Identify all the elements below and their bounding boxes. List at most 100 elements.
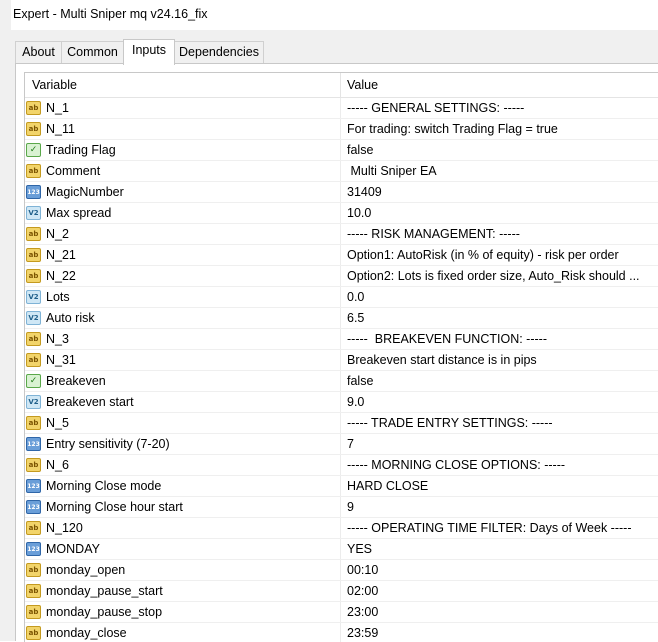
value-cell[interactable]: ----- BREAKEVEN FUNCTION: ----- [341,329,658,349]
table-row[interactable]: V2 Auto risk 6.5 [25,308,658,329]
variable-cell[interactable]: ab N_21 [25,245,341,265]
table-row[interactable]: V2 Breakeven start 9.0 [25,392,658,413]
table-row[interactable]: ab monday_close 23:59 [25,623,658,642]
table-row[interactable]: ab N_3 ----- BREAKEVEN FUNCTION: ----- [25,329,658,350]
table-row[interactable]: ab N_6 ----- MORNING CLOSE OPTIONS: ----- [25,455,658,476]
variable-cell[interactable]: 123 Entry sensitivity (7-20) [25,434,341,454]
table-row[interactable]: ab N_31 Breakeven start distance is in pip… [25,350,658,371]
variable-cell[interactable]: V2 Lots [25,287,341,307]
value-cell[interactable]: 02:00 [341,581,658,601]
value-cell[interactable]: 31409 [341,182,658,202]
table-row[interactable]: 123 MONDAY YES [25,539,658,560]
variable-cell[interactable]: ✓ Breakeven [25,371,341,391]
variable-name: N_2 [46,227,69,241]
variable-cell[interactable]: V2 Auto risk [25,308,341,328]
table-row[interactable]: 123 Morning Close mode HARD CLOSE [25,476,658,497]
value-cell[interactable]: ----- OPERATING TIME FILTER: Days of Wee… [341,518,658,538]
value-cell[interactable]: 9 [341,497,658,517]
value-cell[interactable]: false [341,140,658,160]
variable-cell[interactable]: ab N_1 [25,98,341,118]
variable-cell[interactable]: 123 Morning Close hour start [25,497,341,517]
table-row[interactable]: ✓ Trading Flag false [25,140,658,161]
table-row[interactable]: V2 Lots 0.0 [25,287,658,308]
variable-cell[interactable]: ab N_22 [25,266,341,286]
variable-name: Breakeven [46,374,106,388]
string-icon: ab [26,101,41,115]
variable-cell[interactable]: ab N_3 [25,329,341,349]
column-header-value[interactable]: Value [341,73,658,97]
variable-cell[interactable]: ab monday_pause_stop [25,602,341,622]
value-cell[interactable]: 00:10 [341,560,658,580]
value-cell[interactable]: ----- RISK MANAGEMENT: ----- [341,224,658,244]
variable-cell[interactable]: 123 Morning Close mode [25,476,341,496]
table-row[interactable]: ab monday_pause_stop 23:00 [25,602,658,623]
table-row[interactable]: ab N_5 ----- TRADE ENTRY SETTINGS: ----- [25,413,658,434]
value-cell[interactable]: 23:59 [341,623,658,642]
table-row[interactable]: ab N_120 ----- OPERATING TIME FILTER: Days… [25,518,658,539]
variable-cell[interactable]: ab N_6 [25,455,341,475]
tab-common[interactable]: Common [61,41,124,63]
table-row[interactable]: ab Comment Multi Sniper EA [25,161,658,182]
value-cell[interactable]: ----- GENERAL SETTINGS: ----- [341,98,658,118]
variable-value: 6.5 [347,311,365,325]
variable-cell[interactable]: ab N_5 [25,413,341,433]
variable-value: ----- MORNING CLOSE OPTIONS: ----- [347,458,566,472]
table-row[interactable]: ab monday_pause_start 02:00 [25,581,658,602]
table-row[interactable]: ab monday_open 00:10 [25,560,658,581]
variable-cell[interactable]: ✓ Trading Flag [25,140,341,160]
value-cell[interactable]: For trading: switch Trading Flag = true [341,119,658,139]
value-cell[interactable]: YES [341,539,658,559]
tab-inputs[interactable]: Inputs [123,39,175,65]
string-icon: ab [26,521,41,535]
table-row[interactable]: ab N_21 Option1: AutoRisk (in % of equity)… [25,245,658,266]
value-cell[interactable]: 0.0 [341,287,658,307]
value-cell[interactable]: Breakeven start distance is in pips [341,350,658,370]
variable-cell[interactable]: ab N_2 [25,224,341,244]
column-header-variable[interactable]: Variable [25,73,341,97]
variable-cell[interactable]: V2 Max spread [25,203,341,223]
variable-cell[interactable]: V2 Breakeven start [25,392,341,412]
variable-value: ----- TRADE ENTRY SETTINGS: ----- [347,416,553,430]
table-row[interactable]: ab N_22 Option2: Lots is fixed order size,… [25,266,658,287]
string-icon: ab [26,626,41,640]
table-row[interactable]: 123 Entry sensitivity (7-20) 7 [25,434,658,455]
value-cell[interactable]: 7 [341,434,658,454]
value-cell[interactable]: ----- TRADE ENTRY SETTINGS: ----- [341,413,658,433]
value-cell[interactable]: Option2: Lots is fixed order size, Auto_… [341,266,658,286]
variable-name: N_1 [46,101,69,115]
value-cell[interactable]: 6.5 [341,308,658,328]
value-cell[interactable]: 10.0 [341,203,658,223]
variable-name: MONDAY [46,542,100,556]
value-cell[interactable]: ----- MORNING CLOSE OPTIONS: ----- [341,455,658,475]
table-row[interactable]: ab N_11 For trading: switch Trading Flag =… [25,119,658,140]
variable-value: Option1: AutoRisk (in % of equity) - ris… [347,248,619,262]
table-row[interactable]: 123 Morning Close hour start 9 [25,497,658,518]
table-row[interactable]: 123 MagicNumber 31409 [25,182,658,203]
variable-cell[interactable]: ab N_31 [25,350,341,370]
value-cell[interactable]: 23:00 [341,602,658,622]
table-row[interactable]: ab N_2 ----- RISK MANAGEMENT: ----- [25,224,658,245]
title-bar[interactable]: Expert - Multi Sniper mq v24.16_fix [11,0,658,30]
table-row[interactable]: ✓ Breakeven false [25,371,658,392]
tab-about[interactable]: About [15,41,62,63]
table-row[interactable]: ab N_1 ----- GENERAL SETTINGS: ----- [25,98,658,119]
variable-cell[interactable]: ab N_120 [25,518,341,538]
value-cell[interactable]: false [341,371,658,391]
variable-cell[interactable]: ab N_11 [25,119,341,139]
variable-cell[interactable]: ab monday_open [25,560,341,580]
variable-name: N_5 [46,416,69,430]
variable-cell[interactable]: ab Comment [25,161,341,181]
table-row[interactable]: V2 Max spread 10.0 [25,203,658,224]
variable-cell[interactable]: 123 MONDAY [25,539,341,559]
variable-value: 31409 [347,185,382,199]
grid-rows: ab N_1 ----- GENERAL SETTINGS: ----- ab N_11… [25,98,658,642]
value-cell[interactable]: 9.0 [341,392,658,412]
value-cell[interactable]: HARD CLOSE [341,476,658,496]
variable-cell[interactable]: ab monday_pause_start [25,581,341,601]
variable-name: monday_pause_stop [46,605,163,619]
value-cell[interactable]: Option1: AutoRisk (in % of equity) - ris… [341,245,658,265]
variable-cell[interactable]: 123 MagicNumber [25,182,341,202]
variable-cell[interactable]: ab monday_close [25,623,341,642]
tab-dependencies[interactable]: Dependencies [174,41,264,63]
value-cell[interactable]: Multi Sniper EA [341,161,658,181]
